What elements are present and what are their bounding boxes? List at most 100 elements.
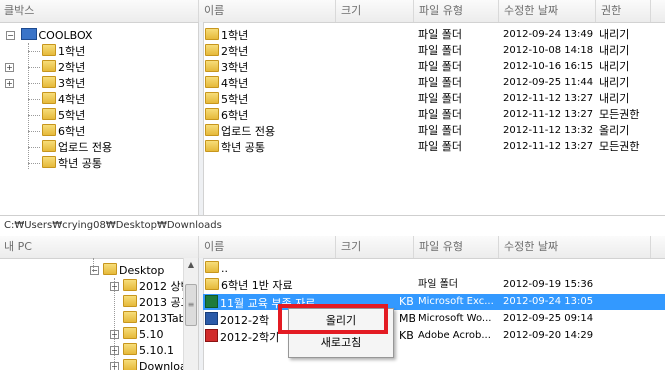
file-name: ..: [221, 262, 228, 275]
file-date: 2012-10-16 16:15: [503, 61, 594, 72]
file-name: 2012-2학: [220, 314, 270, 327]
folder-icon: [205, 140, 219, 152]
file-date: 2012-09-24 13:49: [503, 29, 594, 40]
local-tree-item[interactable]: 2013 공고: [110, 294, 185, 310]
file-type: 파일 폴더: [418, 140, 462, 153]
folder-icon: [205, 76, 219, 88]
local-tree-label: 5.10: [139, 328, 164, 341]
tree-item[interactable]: +3학년: [5, 75, 85, 91]
tree-item[interactable]: 업로드 전용: [22, 139, 112, 155]
table-row[interactable]: 4학년 파일 폴더 2012-09-25 11:44 내리기: [203, 75, 665, 91]
collapse-icon[interactable]: −: [6, 31, 15, 40]
file-permission: 모든권한: [599, 108, 640, 121]
local-col-type-header[interactable]: 파일 유형: [415, 236, 463, 258]
folder-icon: [42, 92, 56, 104]
local-tree-item[interactable]: 2013Tabl: [110, 310, 185, 326]
tree-item[interactable]: 4학년: [22, 91, 85, 107]
file-date: 2012-11-12 13:27: [503, 109, 594, 120]
folder-icon: [42, 44, 56, 56]
local-tree-item[interactable]: − Desktop: [90, 262, 164, 278]
local-tree-item[interactable]: +2012 상반: [110, 278, 185, 294]
file-permission: 내리기: [599, 60, 630, 73]
folder-icon: [205, 261, 219, 273]
local-tree-label: 2012 상반: [139, 280, 185, 293]
tree-item[interactable]: 6학년: [22, 123, 85, 139]
table-row[interactable]: 3학년 파일 폴더 2012-10-16 16:15 내리기: [203, 59, 665, 75]
local-tree: − Desktop+2012 상반 2013 공고 2013Tabl+5.10+5.1…: [0, 258, 185, 370]
local-tree-item[interactable]: +5.10: [110, 326, 164, 342]
file-date: 2012-11-12 13:32: [503, 125, 594, 136]
table-row[interactable]: ..: [203, 260, 665, 276]
file-type: Microsoft Wo...: [418, 313, 492, 324]
file-date: 2012-09-25 09:14: [503, 313, 594, 324]
tree-item-label: 2학년: [58, 61, 86, 74]
folder-icon: [42, 76, 56, 88]
file-type: 파일 폴더: [418, 44, 462, 57]
tree-header[interactable]: 클박스: [0, 0, 198, 22]
scroll-up-arrow-icon[interactable]: ▲: [184, 258, 198, 272]
tree-scrollbar[interactable]: ▲ ≡: [183, 258, 198, 370]
file-size: MB: [399, 312, 415, 325]
network-drive-icon: [20, 28, 37, 40]
collapse-icon[interactable]: −: [90, 266, 99, 275]
expand-icon[interactable]: +: [5, 79, 14, 88]
folder-icon: [103, 263, 117, 275]
col-size-header[interactable]: 크기: [337, 0, 361, 22]
file-date: 2012-11-12 13:27: [503, 93, 594, 104]
table-row[interactable]: 2학년 파일 폴더 2012-10-08 14:18 내리기: [203, 43, 665, 59]
file-permission: 올리기: [599, 124, 630, 137]
top-pane: 클박스 이름 크기 파일 유형 수정한 날짜 권한 − COOLBOX 1학년 +…: [0, 0, 665, 236]
folder-icon: [123, 311, 137, 323]
expand-icon[interactable]: +: [5, 63, 14, 72]
file-permission: 내리기: [599, 92, 630, 105]
local-tree-label: Desktop: [119, 264, 165, 277]
file-type: 파일 폴더: [418, 108, 462, 121]
file-name: 6학년 1반 자료: [221, 279, 293, 292]
file-date: 2012-09-25 11:44: [503, 77, 594, 88]
folder-icon: [42, 140, 56, 152]
file-date: 2012-09-19 15:36: [503, 279, 594, 290]
col-name-header[interactable]: 이름: [200, 0, 224, 22]
table-row[interactable]: 5학년 파일 폴더 2012-11-12 13:27 내리기: [203, 91, 665, 107]
tree-item[interactable]: 1학년: [22, 43, 85, 59]
file-name: 3학년: [221, 61, 249, 74]
file-name: 1학년: [221, 29, 249, 42]
scrollbar-thumb[interactable]: ≡: [185, 284, 197, 326]
local-tree-label: Downloa: [139, 360, 185, 370]
tree-item-label: 6학년: [58, 125, 86, 138]
table-row[interactable]: 업로드 전용 파일 폴더 2012-11-12 13:32 올리기: [203, 123, 665, 139]
file-date: 2012-11-12 13:27: [503, 141, 594, 152]
col-type-header[interactable]: 파일 유형: [415, 0, 463, 22]
menu-item-refresh[interactable]: 새로고침: [291, 332, 391, 354]
tree-item[interactable]: 5학년: [22, 107, 85, 123]
tree-item[interactable]: 학년 공통: [22, 155, 102, 171]
table-row[interactable]: 6학년 파일 폴더 2012-11-12 13:27 모든권한: [203, 107, 665, 123]
folder-icon: [205, 28, 219, 40]
local-col-name-header[interactable]: 이름: [200, 236, 224, 258]
table-row[interactable]: 2012-2학 MB Microsoft Wo... 2012-09-25 09:14: [203, 311, 665, 327]
tree-root[interactable]: − COOLBOX: [6, 27, 92, 43]
table-row[interactable]: 6학년 1반 자료 파일 폴더 2012-09-19 15:36: [203, 277, 665, 293]
table-row[interactable]: 학년 공통 파일 폴더 2012-11-12 13:27 모든권한: [203, 139, 665, 155]
file-size: KB: [399, 329, 414, 342]
local-tree-item[interactable]: + Downloa: [110, 358, 185, 370]
tree-item-label: 학년 공통: [58, 157, 102, 170]
col-perm-header[interactable]: 권한: [597, 0, 621, 22]
file-permission: 내리기: [599, 28, 630, 41]
col-date-header[interactable]: 수정한 날짜: [500, 0, 558, 22]
table-row[interactable]: 11월 교육 부족 자료 KB Microsoft Exc... 2012-09-24…: [203, 294, 665, 310]
folder-icon: [42, 108, 56, 120]
local-col-size-header[interactable]: 크기: [337, 236, 361, 258]
file-name: 2학년: [221, 45, 249, 58]
table-row[interactable]: 1학년 파일 폴더 2012-09-24 13:49 내리기: [203, 27, 665, 43]
tree-item[interactable]: +2학년: [5, 59, 86, 75]
folder-icon: [205, 44, 219, 56]
pdf-file-icon: [205, 329, 218, 342]
local-tree-header[interactable]: 내 PC: [0, 236, 198, 258]
file-type: Adobe Acrob...: [418, 330, 491, 341]
local-tree-item[interactable]: +5.10.1: [110, 342, 174, 358]
tree-item-label: 5학년: [58, 109, 86, 122]
local-col-date-header[interactable]: 수정한 날짜: [500, 236, 558, 258]
folder-icon: [205, 124, 219, 136]
table-row[interactable]: 2012-2학기 KB Adobe Acrob... 2012-09-20 14:29: [203, 328, 665, 344]
